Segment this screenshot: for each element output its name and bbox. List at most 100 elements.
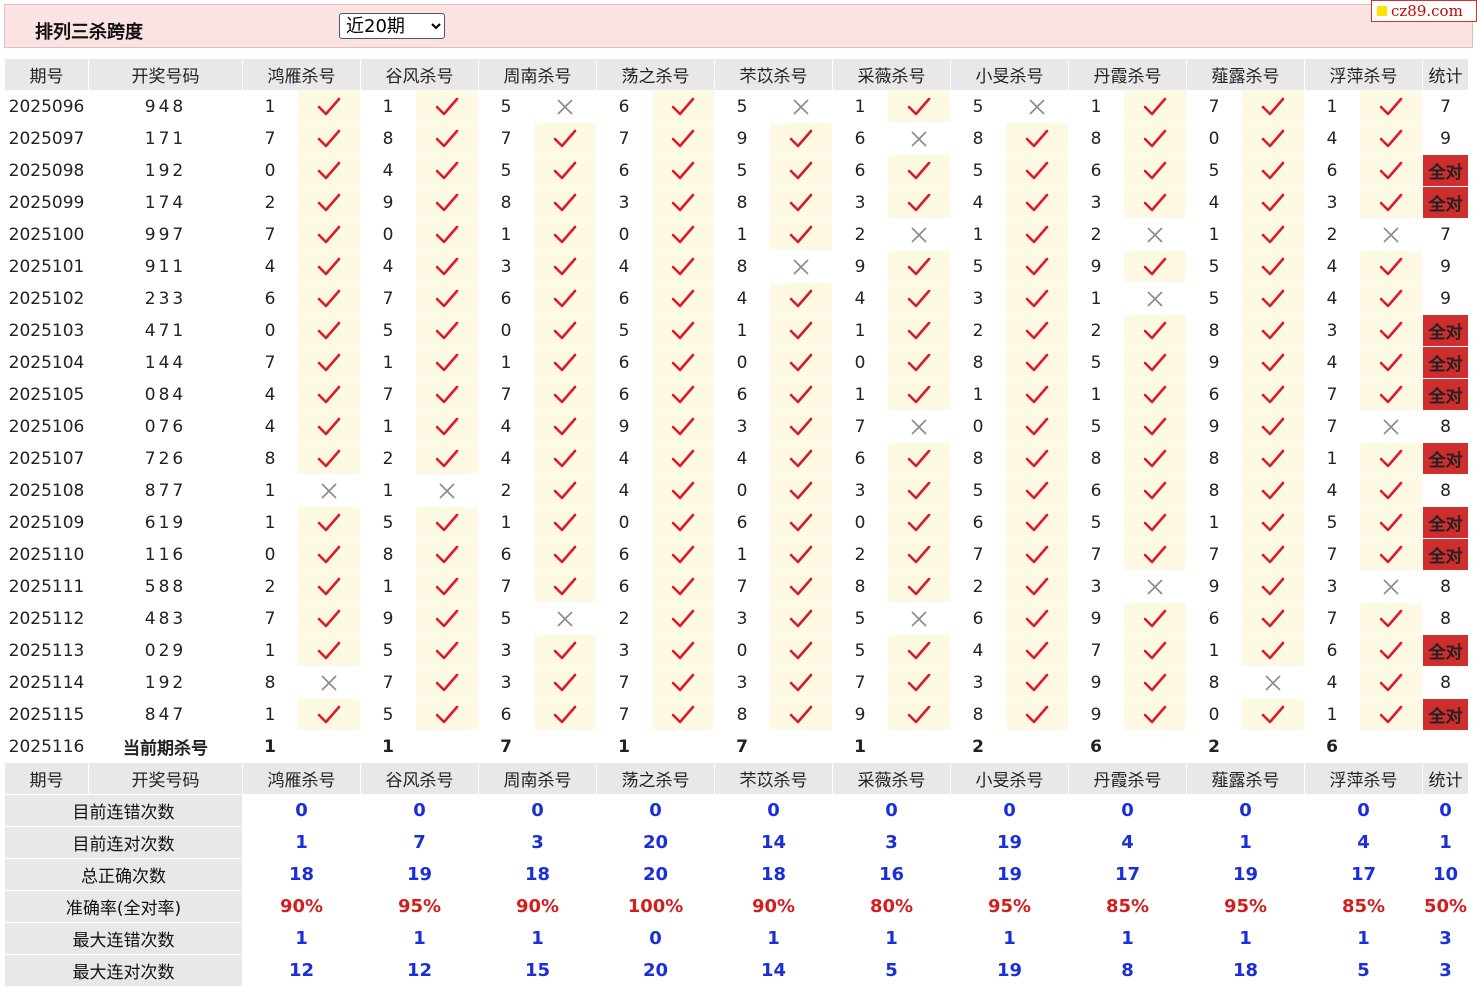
check-icon: [907, 641, 931, 659]
table-row: 2025104 144 7 1 1 6 0 0 8 5 9 4 全对: [4, 346, 1469, 379]
prediction-stat-empty: [1422, 730, 1469, 763]
result-correct: [533, 442, 597, 475]
check-icon: [435, 257, 459, 275]
kill-number-cell: 0: [714, 634, 770, 667]
check-icon: [435, 513, 459, 531]
kill-number-cell: 4: [1304, 346, 1360, 379]
all-correct-badge: 全对: [1422, 346, 1469, 379]
result-correct: [297, 602, 361, 635]
check-icon: [435, 321, 459, 339]
check-icon: [1261, 289, 1285, 307]
stats-value: 0: [360, 794, 479, 827]
result-correct: [769, 122, 833, 155]
draw-number-cell: 847: [88, 698, 243, 731]
kill-number-cell: 7: [950, 538, 1006, 571]
kill-number-cell: 2: [1304, 218, 1360, 251]
kill-number-cell: 9: [360, 186, 416, 219]
check-icon: [435, 417, 459, 435]
cross-icon: [911, 418, 927, 435]
stats-label: 目前连对次数: [4, 826, 243, 859]
kill-number-cell: 1: [1304, 90, 1360, 123]
result-correct: [533, 314, 597, 347]
result-correct: [297, 314, 361, 347]
kill-number-cell: 7: [596, 698, 652, 731]
check-icon: [1379, 385, 1403, 403]
header-expert: 丹霞杀号: [1068, 58, 1187, 91]
result-correct: [1241, 154, 1305, 187]
check-icon: [1261, 513, 1285, 531]
stats-value: 4: [1068, 826, 1187, 859]
draw-number-cell: 233: [88, 282, 243, 315]
kill-number-cell: 0: [714, 474, 770, 507]
result-correct: [1241, 314, 1305, 347]
kill-number-cell: 0: [596, 506, 652, 539]
kill-number-cell: 3: [714, 410, 770, 443]
check-icon: [317, 97, 341, 115]
check-icon: [435, 545, 459, 563]
result-correct: [769, 218, 833, 251]
check-icon: [435, 609, 459, 627]
stats-value: 0: [1186, 794, 1305, 827]
result-correct: [1359, 90, 1423, 123]
check-icon: [1379, 289, 1403, 307]
issue-cell: 2025108: [4, 474, 89, 507]
result-wrong: [1123, 218, 1187, 251]
result-correct: [651, 666, 715, 699]
site-logo[interactable]: cz89.com: [1371, 0, 1477, 22]
stat-count-cell: 9: [1422, 282, 1469, 315]
period-select[interactable]: 近20期: [339, 13, 445, 39]
prediction-kill-number: 6: [1304, 730, 1360, 763]
check-icon: [789, 513, 813, 531]
check-icon: [907, 257, 931, 275]
prediction-spacer: [1241, 730, 1305, 763]
check-icon: [553, 449, 577, 467]
kill-number-cell: 6: [832, 154, 888, 187]
kill-number-cell: 6: [242, 282, 298, 315]
table-row: 2025096 948 1 1 5 6 5 1 5 1 7 1 7: [4, 90, 1469, 123]
cross-icon: [1383, 418, 1399, 435]
check-icon: [789, 385, 813, 403]
kill-number-cell: 6: [832, 442, 888, 475]
stats-value: 1: [242, 922, 361, 955]
kill-number-cell: 9: [1068, 250, 1124, 283]
stat-count-cell: 8: [1422, 570, 1469, 603]
result-correct: [651, 442, 715, 475]
result-correct: [415, 634, 479, 667]
kill-number-cell: 2: [596, 602, 652, 635]
result-correct: [1005, 154, 1069, 187]
kill-number-cell: 8: [714, 250, 770, 283]
stats-value: 19: [1186, 858, 1305, 891]
check-icon: [789, 481, 813, 499]
kill-number-cell: 6: [714, 506, 770, 539]
cross-icon: [793, 98, 809, 115]
check-icon: [789, 417, 813, 435]
kill-number-cell: 7: [596, 122, 652, 155]
result-wrong: [297, 666, 361, 699]
kill-number-cell: 5: [478, 602, 534, 635]
check-icon: [435, 161, 459, 179]
all-correct-badge: 全对: [1422, 314, 1469, 347]
kill-number-cell: 4: [714, 442, 770, 475]
prediction-spacer: [1005, 730, 1069, 763]
result-correct: [887, 282, 951, 315]
stats-total: 50%: [1422, 890, 1469, 923]
kill-number-cell: 3: [1304, 314, 1360, 347]
stats-value: 20: [596, 858, 715, 891]
result-correct: [651, 90, 715, 123]
check-icon: [671, 353, 695, 371]
issue-cell: 2025110: [4, 538, 89, 571]
draw-number-cell: 726: [88, 442, 243, 475]
kill-number-cell: 4: [242, 250, 298, 283]
table-row: 2025103 471 0 5 0 5 1 1 2 2 8 3 全对: [4, 314, 1469, 347]
result-correct: [769, 698, 833, 731]
result-correct: [651, 410, 715, 443]
kill-number-cell: 6: [1304, 154, 1360, 187]
check-icon: [671, 225, 695, 243]
check-icon: [1143, 705, 1167, 723]
check-icon: [553, 225, 577, 243]
kill-number-cell: 8: [950, 442, 1006, 475]
check-icon: [671, 545, 695, 563]
kill-number-cell: 8: [242, 442, 298, 475]
kill-number-cell: 1: [360, 90, 416, 123]
kill-number-cell: 2: [1068, 218, 1124, 251]
